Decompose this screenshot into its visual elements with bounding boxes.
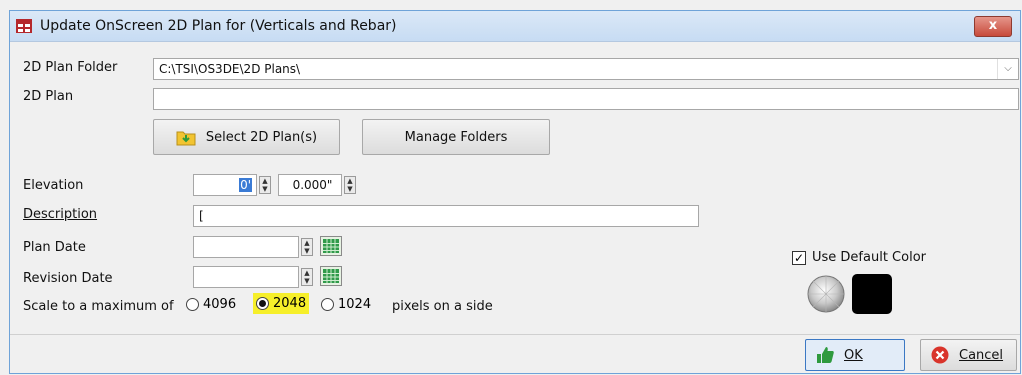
title-bar: Update OnScreen 2D Plan for (Verticals a…	[10, 11, 1020, 42]
ok-button[interactable]: OK	[805, 339, 905, 371]
elevation-label: Elevation	[23, 178, 84, 193]
select-plans-button[interactable]: Select 2D Plan(s)	[153, 119, 340, 155]
cancel-label: Cancel	[959, 347, 1004, 363]
description-value: [	[199, 209, 204, 223]
elevation-inches-input[interactable]: 0.000"	[278, 174, 342, 196]
plan-folder-combo[interactable]: C:\TSI\OS3DE\2D Plans\ ⌵	[153, 58, 1019, 80]
cancel-icon	[931, 346, 949, 364]
chevron-down-icon[interactable]: ⌵	[997, 59, 1018, 79]
plan-date-spinner[interactable]: ▲ ▼	[301, 238, 313, 256]
manage-folders-label: Manage Folders	[404, 129, 508, 145]
use-default-color-checkbox[interactable]: ✓	[792, 251, 806, 265]
radio-2048[interactable]	[256, 297, 269, 310]
radio-1024[interactable]	[321, 298, 334, 311]
scale-option-2048-label: 2048	[273, 296, 307, 311]
plan-date-label: Plan Date	[23, 240, 86, 255]
elevation-feet-spinner[interactable]: ▲ ▼	[259, 176, 271, 194]
thumbs-up-icon	[817, 347, 834, 363]
calendar-icon[interactable]	[320, 236, 342, 256]
close-icon: x	[988, 18, 998, 33]
folder-arrow-icon	[176, 131, 196, 146]
footer-divider	[10, 334, 1020, 335]
cancel-button[interactable]: Cancel	[920, 339, 1017, 371]
plan-folder-label: 2D Plan Folder	[23, 60, 118, 75]
window-title: Update OnScreen 2D Plan for (Verticals a…	[40, 18, 397, 34]
dialog-window: Update OnScreen 2D Plan for (Verticals a…	[9, 10, 1021, 374]
scale-option-1024-label: 1024	[338, 297, 372, 312]
selected-color-swatch[interactable]	[852, 274, 892, 314]
radio-4096[interactable]	[186, 298, 199, 311]
scale-label: Scale to a maximum of	[23, 299, 174, 314]
revision-date-spinner[interactable]: ▲ ▼	[301, 268, 313, 286]
elevation-inches-value: 0.000"	[292, 178, 333, 192]
plan-input[interactable]	[153, 88, 1019, 110]
description-label: Description	[23, 207, 98, 222]
ok-label: OK	[844, 347, 863, 363]
revision-date-label: Revision Date	[23, 271, 113, 286]
scale-option-4096-label: 4096	[203, 297, 237, 312]
scale-option-1024[interactable]: 1024	[321, 297, 371, 312]
plan-folder-value: C:\TSI\OS3DE\2D Plans\	[159, 62, 301, 76]
scale-option-4096[interactable]: 4096	[186, 297, 236, 312]
plan-date-input[interactable]	[193, 236, 299, 258]
use-default-color-label: Use Default Color	[812, 250, 926, 265]
revision-date-input[interactable]	[193, 266, 299, 288]
scale-suffix: pixels on a side	[392, 299, 493, 314]
calendar-icon[interactable]	[320, 266, 342, 286]
color-wheel-icon[interactable]	[806, 274, 846, 314]
plan-label: 2D Plan	[23, 89, 74, 104]
select-plans-label: Select 2D Plan(s)	[205, 129, 318, 145]
description-input[interactable]: [	[193, 205, 699, 227]
scale-option-2048[interactable]: 2048	[253, 293, 310, 314]
elevation-feet-value: 0'	[239, 178, 252, 192]
app-icon	[16, 19, 32, 33]
elevation-inches-spinner[interactable]: ▲ ▼	[344, 176, 356, 194]
close-button[interactable]: x	[974, 16, 1012, 37]
elevation-feet-input[interactable]: 0'	[193, 174, 257, 196]
manage-folders-button[interactable]: Manage Folders	[362, 119, 550, 155]
